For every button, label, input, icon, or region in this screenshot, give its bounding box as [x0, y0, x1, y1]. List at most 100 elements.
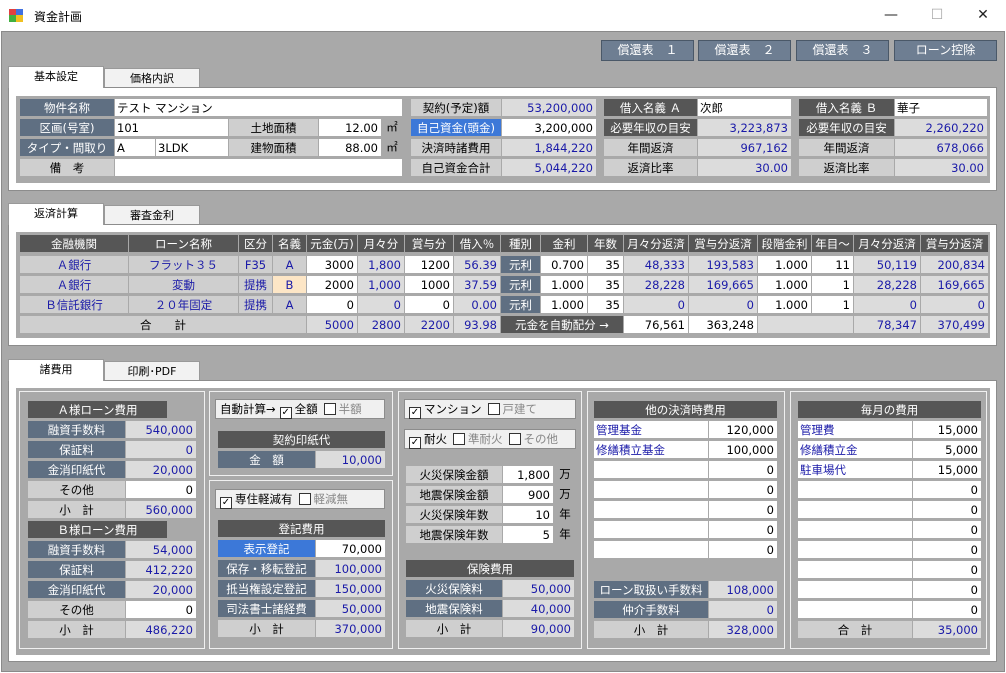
minimize-button[interactable]: —: [868, 0, 914, 31]
loan-cell-r1-c4[interactable]: 2000: [306, 275, 358, 294]
house-checkbox-box[interactable]: [487, 403, 500, 415]
monthly-name-8[interactable]: [797, 580, 913, 599]
tab-repayment-calc[interactable]: 返済計算: [8, 203, 104, 225]
layout-input[interactable]: 3LDK: [155, 138, 229, 157]
property-name-input[interactable]: テスト マンション: [114, 98, 403, 117]
loan-cell-r0-c0[interactable]: Ａ銀行: [19, 255, 129, 274]
monthly-name-7[interactable]: [797, 560, 913, 579]
close-button[interactable]: ✕: [960, 0, 1006, 31]
loan-cell-r1-c0[interactable]: Ａ銀行: [19, 275, 129, 294]
other-settlement-value-2[interactable]: 0: [708, 460, 778, 479]
monthly-value-1[interactable]: 5,000: [912, 440, 982, 459]
other-settlement-value-4[interactable]: 0: [708, 500, 778, 519]
loan-cell-r1-c10[interactable]: 35: [587, 275, 624, 294]
loan-cell-r2-c10[interactable]: 35: [587, 295, 624, 314]
repayment-table-2-button[interactable]: 償還表 ２: [698, 40, 791, 61]
monthly-name-2[interactable]: 駐車場代: [797, 460, 913, 479]
monthly-name-1[interactable]: 修繕積立金: [797, 440, 913, 459]
monthly-value-2[interactable]: 15,000: [912, 460, 982, 479]
fireproof-checkbox[interactable]: ✓ 耐火: [409, 432, 447, 449]
loan-cell-r2-c1[interactable]: ２０年固定: [128, 295, 239, 314]
monthly-name-9[interactable]: [797, 600, 913, 619]
other-fireproof-checkbox-box[interactable]: [508, 433, 521, 445]
tab-screening-rate[interactable]: 審査金利: [104, 205, 200, 225]
semi-fireproof-checkbox-box[interactable]: [453, 433, 465, 445]
fees-a-value-3[interactable]: 0: [125, 480, 197, 499]
fireproof-checkbox-box[interactable]: ✓: [409, 437, 421, 449]
mansion-checkbox[interactable]: ✓ マンション: [409, 402, 482, 419]
monthly-value-5[interactable]: 0: [912, 520, 982, 539]
loan-cell-r1-c9[interactable]: 1.000: [540, 275, 588, 294]
monthly-value-6[interactable]: 0: [912, 540, 982, 559]
loan-cell-r1-c3[interactable]: B: [272, 275, 307, 294]
mansion-checkbox-box[interactable]: ✓: [409, 407, 421, 419]
reduction-no-checkbox-box[interactable]: [298, 493, 311, 505]
tab-misc-costs[interactable]: 諸費用: [8, 359, 104, 381]
loan-cell-r0-c4[interactable]: 3000: [306, 255, 358, 274]
semi-fireproof-checkbox[interactable]: 準耐火: [453, 432, 503, 446]
monthly-name-5[interactable]: [797, 520, 913, 539]
loan-cell-r1-c2[interactable]: 提携: [238, 275, 273, 294]
loan-cell-r1-c13[interactable]: 1.000: [757, 275, 812, 294]
loan-cell-r0-c6[interactable]: 1200: [404, 255, 454, 274]
loan-cell-r1-c1[interactable]: 変動: [128, 275, 239, 294]
loan-cell-r0-c13[interactable]: 1.000: [757, 255, 812, 274]
building-area-input[interactable]: 88.00: [318, 138, 382, 157]
monthly-value-3[interactable]: 0: [912, 480, 982, 499]
tab-print-pdf[interactable]: 印刷･PDF: [104, 361, 200, 381]
loan-cell-r2-c13[interactable]: 1.000: [757, 295, 812, 314]
other-settlement-value-3[interactable]: 0: [708, 480, 778, 499]
loan-cell-r2-c14[interactable]: 1: [811, 295, 854, 314]
half-amount-checkbox-box[interactable]: [323, 403, 336, 415]
room-input[interactable]: 101: [114, 118, 229, 137]
borrower-b-input[interactable]: 華子: [894, 98, 988, 117]
full-amount-checkbox[interactable]: ✓ 全額: [279, 402, 318, 419]
tab-basic-settings[interactable]: 基本設定: [8, 66, 104, 88]
other-settlement-name-2[interactable]: [593, 460, 709, 479]
maximize-button[interactable]: ☐: [914, 0, 960, 31]
loan-cell-r0-c3[interactable]: A: [272, 255, 307, 274]
loan-cell-r2-c2[interactable]: 提携: [238, 295, 273, 314]
insurance-input-2[interactable]: 10: [502, 505, 554, 524]
insurance-input-1[interactable]: 900: [502, 485, 554, 504]
type-input[interactable]: A: [114, 138, 156, 157]
loan-cell-r0-c9[interactable]: 0.700: [540, 255, 588, 274]
other-settlement-name-5[interactable]: [593, 520, 709, 539]
monthly-value-9[interactable]: 0: [912, 600, 982, 619]
monthly-value-4[interactable]: 0: [912, 500, 982, 519]
loan-cell-r2-c6[interactable]: 0: [404, 295, 454, 314]
loan-cell-r0-c1[interactable]: フラット３５: [128, 255, 239, 274]
other-settlement-value-5[interactable]: 0: [708, 520, 778, 539]
monthly-value-7[interactable]: 0: [912, 560, 982, 579]
reduction-yes-checkbox[interactable]: ✓ 専住軽減有: [220, 492, 293, 509]
borrower-a-input[interactable]: 次郎: [697, 98, 792, 117]
loan-cell-r0-c2[interactable]: F35: [238, 255, 273, 274]
loan-cell-r1-c14[interactable]: 1: [811, 275, 854, 294]
own-funds-input[interactable]: 3,200,000: [501, 118, 597, 137]
other-settlement-name-1[interactable]: 修繕積立基金: [593, 440, 709, 459]
repayment-table-3-button[interactable]: 償還表 ３: [796, 40, 889, 61]
other-settlement-name-6[interactable]: [593, 540, 709, 559]
house-checkbox[interactable]: 戸建て: [487, 402, 537, 416]
insurance-input-0[interactable]: 1,800: [502, 465, 554, 484]
other-settlement-name-4[interactable]: [593, 500, 709, 519]
fees-b-value-3[interactable]: 0: [125, 600, 197, 619]
other-settlement-value-1[interactable]: 100,000: [708, 440, 778, 459]
monthly-name-6[interactable]: [797, 540, 913, 559]
loan-cell-r0-c10[interactable]: 35: [587, 255, 624, 274]
other-settlement-value-0[interactable]: 120,000: [708, 420, 778, 439]
repayment-table-1-button[interactable]: 償還表 １: [601, 40, 694, 61]
tab-price-breakdown[interactable]: 価格内訳: [104, 68, 200, 88]
monthly-name-0[interactable]: 管理費: [797, 420, 913, 439]
reduction-no-checkbox[interactable]: 軽減無: [298, 492, 348, 506]
insurance-input-3[interactable]: 5: [502, 525, 554, 544]
other-settlement-name-3[interactable]: [593, 480, 709, 499]
other-settlement-value-6[interactable]: 0: [708, 540, 778, 559]
reduction-yes-checkbox-box[interactable]: ✓: [220, 497, 232, 509]
loan-cell-r2-c4[interactable]: 0: [306, 295, 358, 314]
monthly-value-0[interactable]: 15,000: [912, 420, 982, 439]
loan-cell-r2-c3[interactable]: A: [272, 295, 307, 314]
other-fireproof-checkbox[interactable]: その他: [508, 432, 558, 446]
remarks-input[interactable]: [114, 158, 403, 177]
monthly-value-8[interactable]: 0: [912, 580, 982, 599]
